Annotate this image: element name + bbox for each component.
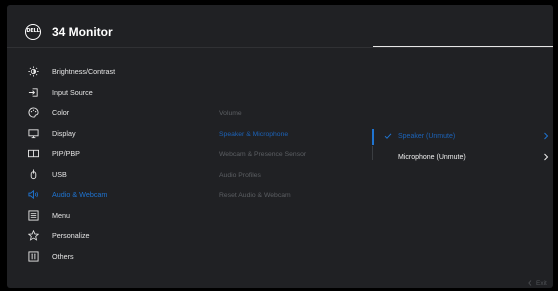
star-icon (28, 230, 39, 241)
header-divider-highlight (373, 46, 553, 47)
submenu-item-reset-audio-webcam[interactable]: Reset Audio & Webcam (219, 192, 291, 199)
menu-item-label: PIP/PBP (52, 149, 80, 158)
menu-item-color[interactable]: Color (7, 102, 207, 122)
chevron-right-icon (544, 153, 549, 161)
chevron-right-icon (544, 132, 549, 140)
menu-item-audio-webcam[interactable]: Audio & Webcam (7, 184, 207, 204)
submenu-item-webcam-presence-sensor[interactable]: Webcam & Presence Sensor (219, 151, 306, 158)
others-icon (28, 251, 39, 262)
monitor-title: 34 Monitor (52, 25, 113, 39)
menu-item-menu[interactable]: Menu (7, 205, 207, 225)
pip-pbp-icon (28, 149, 39, 158)
menu-item-label: Menu (52, 211, 70, 220)
menu-item-personalize[interactable]: Personalize (7, 225, 207, 245)
submenu-item-volume[interactable]: Volume (219, 110, 242, 117)
menu-item-label: Others (52, 252, 74, 261)
usb-icon (30, 169, 37, 180)
menu-item-display[interactable]: Display (7, 123, 207, 143)
speaker-option[interactable]: Speaker (Unmute) (382, 129, 552, 145)
microphone-option-label: Microphone (Unmute) (398, 154, 466, 161)
menu-item-label: Audio & Webcam (52, 190, 108, 199)
menu-item-others[interactable]: Others (7, 246, 207, 266)
submenu-item-speaker-microphone[interactable]: Speaker & Microphone (219, 131, 288, 138)
menu-item-brightness-contrast[interactable]: Brightness/Contrast (7, 61, 207, 81)
menu-item-label: USB (52, 170, 67, 179)
exit-label: Exit (536, 280, 547, 287)
color-icon (28, 107, 39, 118)
menu-item-pip-pbp[interactable]: PIP/PBP (7, 143, 207, 163)
column-divider (372, 146, 373, 160)
dell-logo: DELL (25, 24, 41, 40)
checkmark-icon (384, 133, 392, 139)
header: DELL 34 Monitor (7, 5, 553, 53)
speaker-option-label: Speaker (Unmute) (398, 133, 456, 140)
input-source-icon (28, 88, 38, 97)
exit-button[interactable]: Exit (528, 280, 547, 287)
display-icon (28, 129, 39, 139)
menu-item-label: Color (52, 108, 70, 117)
menu-item-input-source[interactable]: Input Source (7, 82, 207, 102)
menu-item-label: Personalize (52, 231, 90, 240)
header-divider (7, 47, 553, 48)
chevron-left-icon (528, 280, 532, 287)
menu-item-label: Input Source (52, 88, 93, 97)
menu-icon (28, 210, 39, 221)
menu-item-usb[interactable]: USB (7, 164, 207, 184)
brightness-icon (28, 66, 39, 77)
microphone-option[interactable]: Microphone (Unmute) (382, 150, 552, 166)
speaker-icon (28, 189, 38, 200)
submenu-item-audio-profiles[interactable]: Audio Profiles (219, 172, 261, 179)
selection-indicator (372, 129, 374, 145)
menu-item-label: Display (52, 129, 76, 138)
menu-item-label: Brightness/Contrast (52, 67, 116, 76)
osd-window: DELL 34 Monitor Brightness/Contrast Inpu… (7, 5, 553, 288)
